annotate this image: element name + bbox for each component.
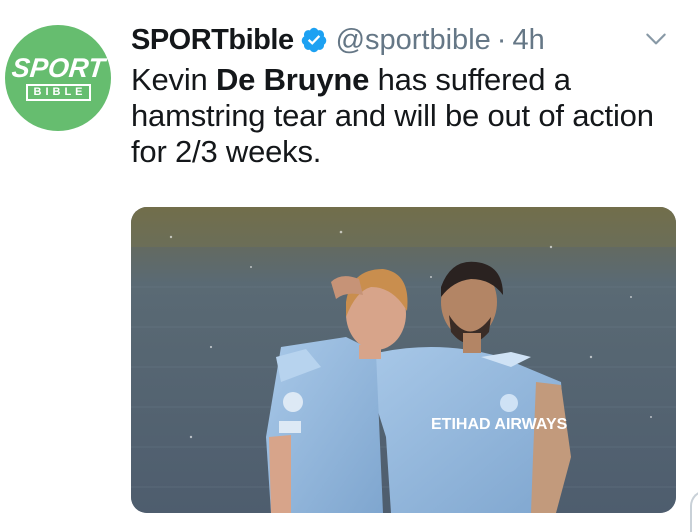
- account-avatar[interactable]: SPORT BIBLE: [5, 25, 111, 131]
- display-name[interactable]: SPORTbible: [131, 24, 294, 57]
- tweet-timestamp[interactable]: 4h: [512, 24, 544, 57]
- tweet-text-mention: De Bruyne: [215, 62, 370, 97]
- tweet-text-part: Kevin: [131, 62, 216, 97]
- tweet-text: Kevin De Bruyne has suffered a hamstring…: [131, 62, 671, 170]
- tweet-media-photo[interactable]: ETIHAD AIRWAYS: [131, 207, 676, 513]
- shirt-sponsor-text: ETIHAD AIRWAYS: [431, 416, 568, 433]
- verified-badge-icon: [301, 27, 326, 53]
- meta-separator: ·: [496, 23, 507, 56]
- tweet-header: SPORTbible @sportbible · 4h: [131, 20, 545, 60]
- photo-illustration: ETIHAD AIRWAYS: [131, 207, 676, 513]
- avatar-logo-word-bottom: BIBLE: [25, 84, 91, 101]
- next-media-peek: [690, 490, 698, 532]
- account-handle[interactable]: @sportbible: [336, 24, 491, 57]
- chevron-down-icon[interactable]: [643, 26, 669, 52]
- avatar-logo-word-top: SPORT: [10, 53, 106, 83]
